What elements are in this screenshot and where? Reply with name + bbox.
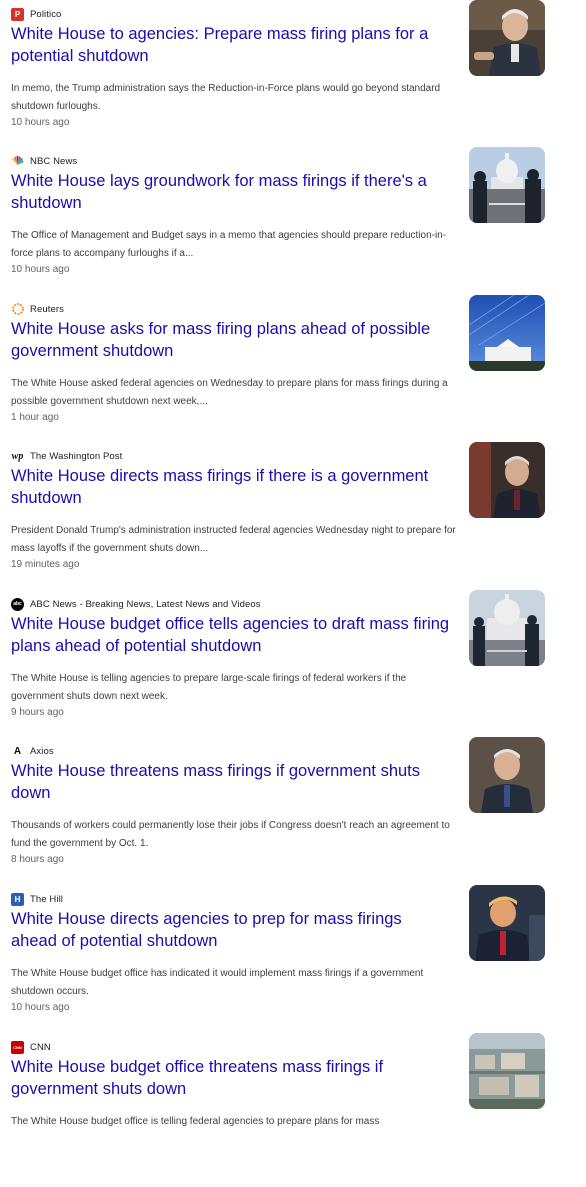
nbc-peacock-icon <box>11 155 24 168</box>
source-row: NBC News <box>11 154 77 168</box>
thumbnail-image[interactable] <box>469 737 545 813</box>
snippet: The Office of Management and Budget says… <box>11 230 447 260</box>
headline-link[interactable]: White House budget office tells agencies… <box>11 614 451 657</box>
thumbnail-image[interactable] <box>469 147 545 223</box>
source-name: The Hill <box>30 893 64 905</box>
thumbnail-image[interactable] <box>469 0 545 76</box>
source-name: CNN <box>30 1041 51 1053</box>
snippet: The White House is telling agencies to p… <box>11 673 407 703</box>
news-item[interactable]: H The Hill White House directs agencies … <box>0 885 586 1039</box>
timestamp: 10 hours ago <box>11 264 70 275</box>
thumbnail-image[interactable] <box>469 885 545 961</box>
source-row: A Axios <box>11 744 54 758</box>
source-row: abc ABC News - Breaking News, Latest New… <box>11 597 261 611</box>
headline-link[interactable]: White House to agencies: Prepare mass fi… <box>11 24 451 67</box>
news-item[interactable]: NBC News White House lays groundwork for… <box>0 147 586 301</box>
source-row: H The Hill <box>11 892 63 906</box>
source-name: Axios <box>30 745 54 757</box>
snippet: The White House budget office has indica… <box>11 968 424 998</box>
timestamp: 1 hour ago <box>11 412 59 423</box>
snippet: The White House budget office is telling… <box>11 1116 380 1127</box>
thumbnail-image[interactable] <box>469 590 545 666</box>
cnn-logo-icon: CNN <box>11 1040 24 1054</box>
headline-link[interactable]: White House lays groundwork for mass fir… <box>11 171 451 214</box>
source-name: ABC News - Breaking News, Latest News an… <box>30 598 261 610</box>
timestamp: 9 hours ago <box>11 707 64 718</box>
timestamp: 19 minutes ago <box>11 559 80 570</box>
reuters-logo-icon <box>11 303 24 316</box>
headline-link[interactable]: White House budget office threatens mass… <box>11 1057 451 1100</box>
news-item[interactable]: A Axios White House threatens mass firin… <box>0 737 586 891</box>
abc-news-logo-icon: abc <box>11 597 24 611</box>
source-row: wp The Washington Post <box>11 449 123 463</box>
thumbnail-image[interactable] <box>469 442 545 518</box>
thumbnail-image[interactable] <box>469 1033 545 1109</box>
source-row: P Politico <box>11 7 61 21</box>
timestamp: 10 hours ago <box>11 117 70 128</box>
news-item[interactable]: abc ABC News - Breaking News, Latest New… <box>0 590 586 744</box>
source-name: NBC News <box>30 155 78 167</box>
snippet: The White House asked federal agencies o… <box>11 378 448 408</box>
source-name: The Washington Post <box>30 450 123 462</box>
thumbnail-image[interactable] <box>469 295 545 371</box>
snippet: Thousands of workers could permanently l… <box>11 820 450 850</box>
headline-link[interactable]: White House directs mass firings if ther… <box>11 466 451 509</box>
washington-post-logo-icon: wp <box>11 450 24 462</box>
headline-link[interactable]: White House directs agencies to prep for… <box>11 909 451 952</box>
news-item[interactable]: P Politico White House to agencies: Prep… <box>0 0 586 154</box>
the-hill-logo-icon: H <box>11 892 24 906</box>
timestamp: 10 hours ago <box>11 1002 70 1013</box>
news-item[interactable]: CNN CNN White House budget office threat… <box>0 1033 586 1187</box>
source-name: Politico <box>30 8 62 20</box>
source-row: Reuters <box>11 302 64 316</box>
snippet: In memo, the Trump administration says t… <box>11 83 441 113</box>
news-item[interactable]: Reuters White House asks for mass firing… <box>0 295 586 449</box>
source-row: CNN CNN <box>11 1040 51 1054</box>
timestamp: 8 hours ago <box>11 854 64 865</box>
source-name: Reuters <box>30 303 64 315</box>
headline-link[interactable]: White House threatens mass firings if go… <box>11 761 451 804</box>
axios-logo-icon: A <box>13 745 22 757</box>
headline-link[interactable]: White House asks for mass firing plans a… <box>11 319 451 362</box>
politico-logo-icon: P <box>11 7 24 21</box>
news-item[interactable]: wp The Washington Post White House direc… <box>0 442 586 596</box>
snippet: President Donald Trump's administration … <box>11 525 456 555</box>
